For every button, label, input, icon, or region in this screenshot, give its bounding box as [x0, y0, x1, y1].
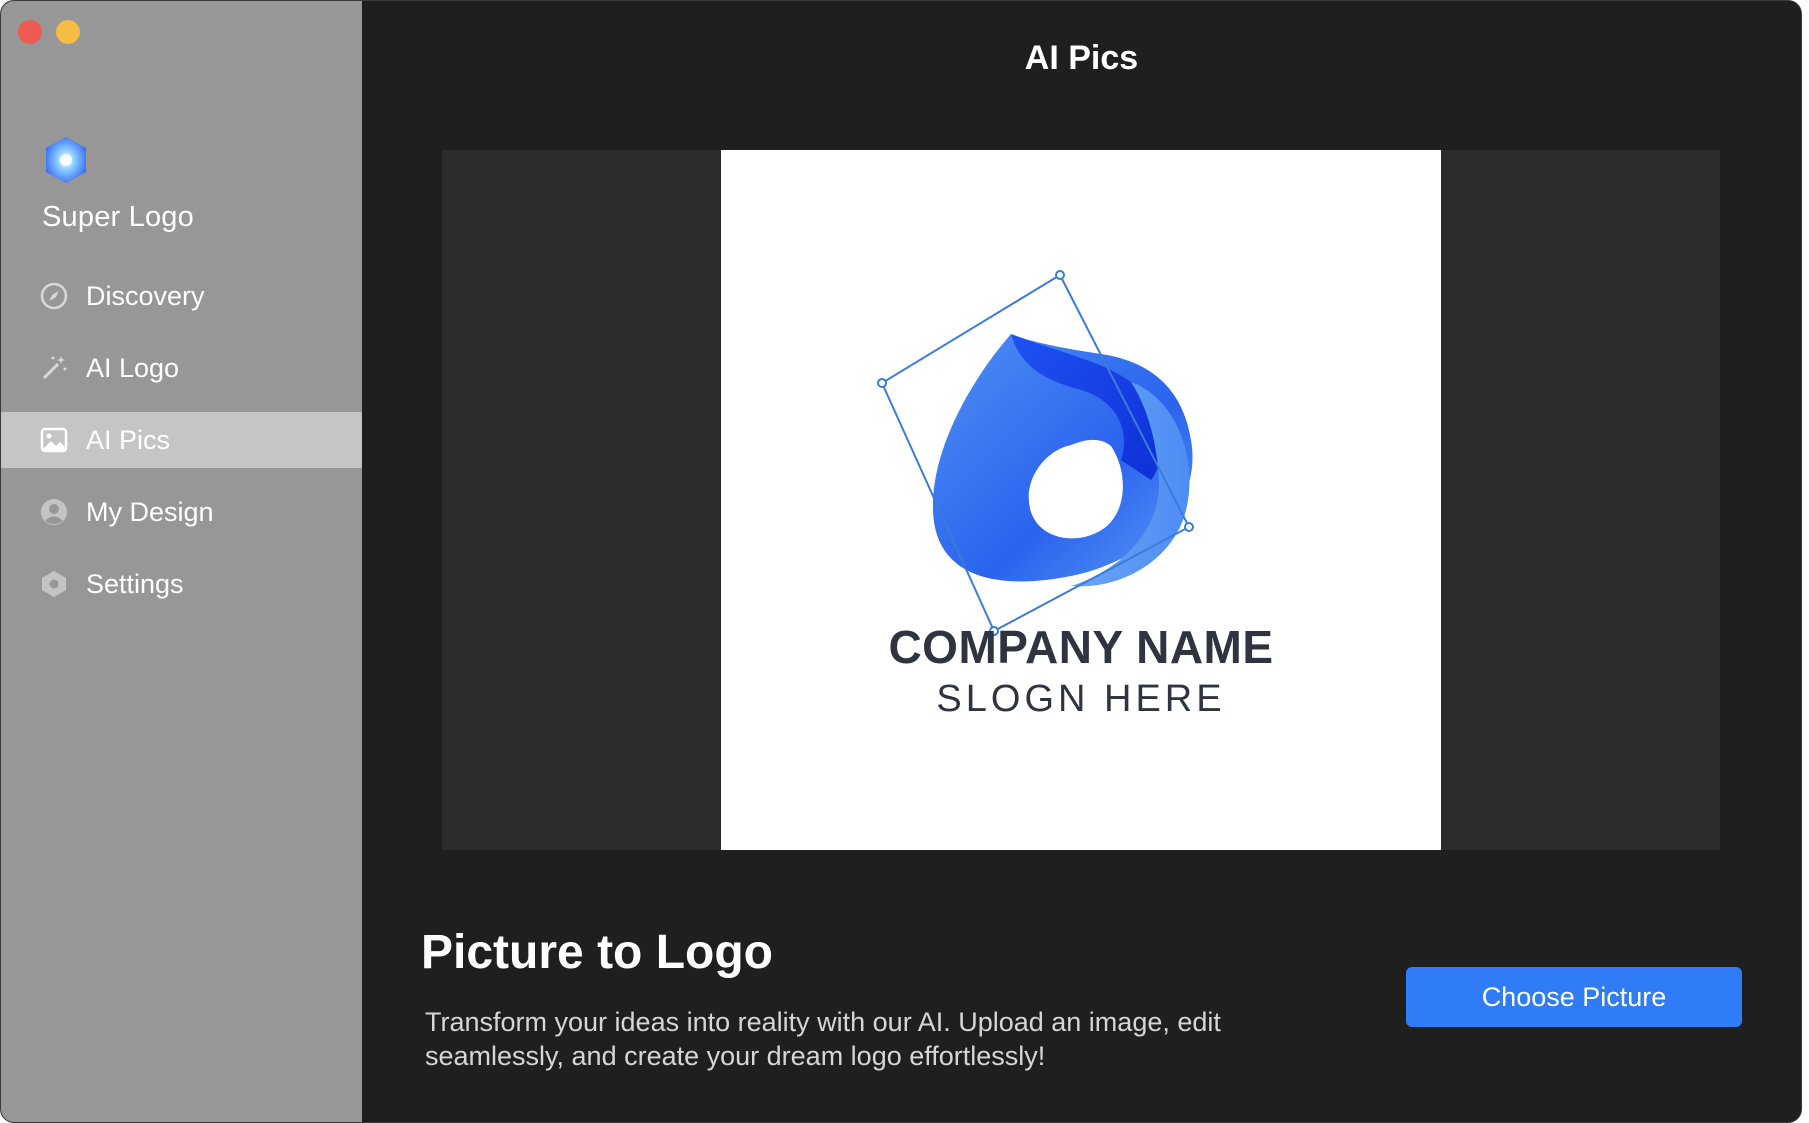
page-title: AI Pics — [1024, 39, 1139, 77]
sidebar-item-discovery[interactable]: Discovery — [1, 268, 362, 324]
logo-company-name: COMPANY NAME — [888, 621, 1274, 673]
sidebar-item-ai-pics[interactable]: AI Pics — [1, 412, 362, 468]
water-drop-logo-icon — [877, 270, 1194, 636]
main-panel: AI Pics COMPANY NAME SLOGN HERE Picture … — [362, 1, 1801, 1122]
sidebar-item-label: AI Pics — [86, 424, 171, 455]
feature-description: Transform your ideas into reality with o… — [425, 1007, 1221, 1071]
minimize-window-button[interactable] — [56, 20, 80, 44]
logo-slogan: SLOGN HERE — [936, 678, 1226, 720]
sidebar-item-label: Discovery — [86, 280, 205, 311]
app-name: Super Logo — [42, 201, 194, 233]
close-window-button[interactable] — [18, 20, 42, 44]
sidebar-nav: Discovery AI Logo AI Pics My Design Sett… — [1, 268, 362, 628]
app-logo-icon — [46, 137, 86, 183]
window-controls — [18, 20, 80, 44]
hexagon-settings-icon — [39, 569, 69, 599]
sidebar-item-settings[interactable]: Settings — [1, 556, 362, 612]
image-icon — [39, 425, 69, 455]
sidebar: Super Logo Discovery AI Logo AI Pics My … — [1, 1, 362, 1122]
compass-icon — [39, 281, 69, 311]
user-circle-icon — [39, 497, 69, 527]
magic-wand-icon — [39, 353, 69, 383]
sidebar-item-label: My Design — [86, 496, 214, 527]
sidebar-item-label: AI Logo — [86, 352, 180, 383]
logo-canvas: COMPANY NAME SLOGN HERE — [721, 150, 1441, 850]
sidebar-item-ai-logo[interactable]: AI Logo — [1, 340, 362, 396]
feature-title: Picture to Logo — [421, 926, 773, 979]
app-window: Super Logo Discovery AI Logo AI Pics My … — [0, 0, 1802, 1123]
sidebar-item-label: Settings — [86, 568, 184, 599]
choose-picture-button[interactable]: Choose Picture — [1406, 967, 1742, 1027]
sidebar-item-my-design[interactable]: My Design — [1, 484, 362, 540]
